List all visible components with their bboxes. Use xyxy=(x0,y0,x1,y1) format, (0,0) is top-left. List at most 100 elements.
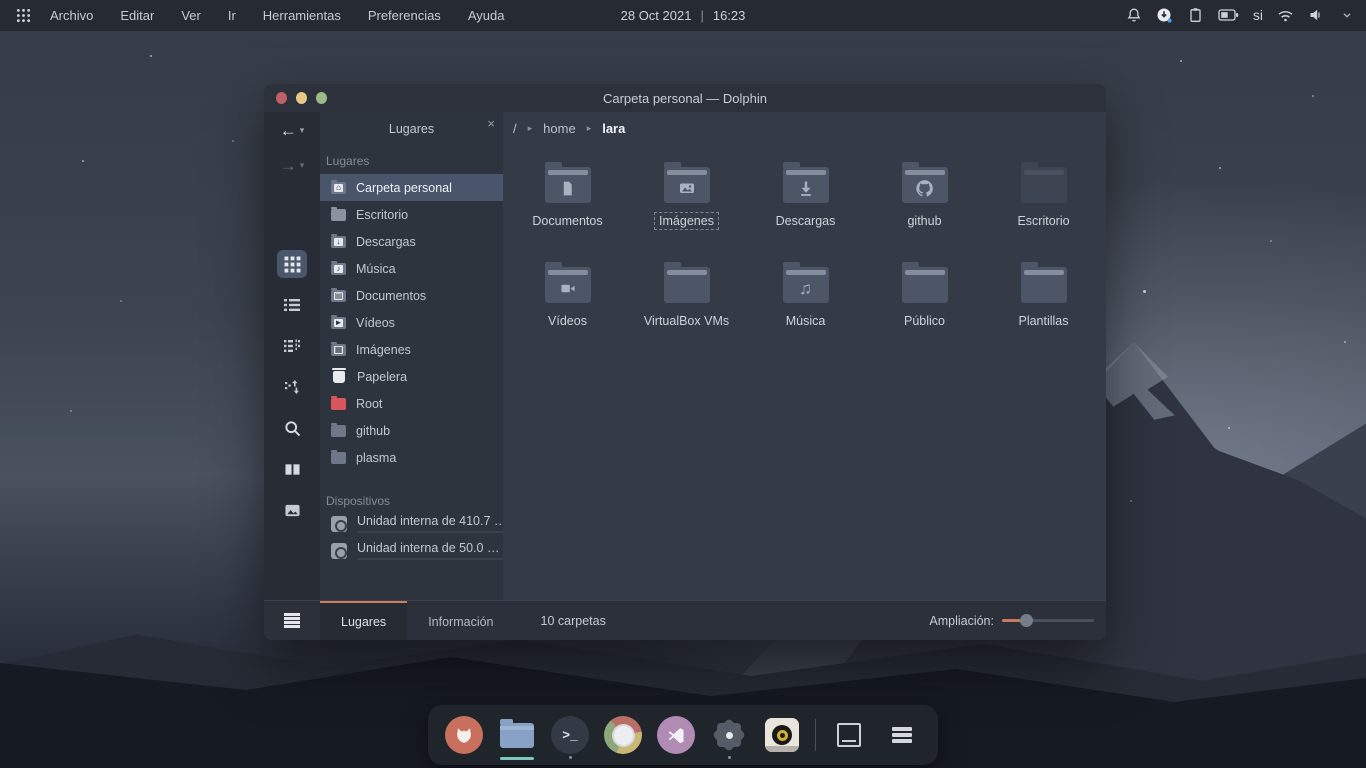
folder-item-documentos[interactable]: Documentos xyxy=(508,157,627,257)
folder-item-musica[interactable]: ♫ Música xyxy=(746,257,865,357)
menu-ir[interactable]: Ir xyxy=(228,8,236,23)
sidebar-item-videos[interactable]: ► Vídeos xyxy=(320,309,503,336)
menu-ayuda[interactable]: Ayuda xyxy=(468,8,505,23)
menu-editar[interactable]: Editar xyxy=(120,8,154,23)
window-titlebar[interactable]: Carpeta personal — Dolphin xyxy=(264,84,1106,112)
forward-caret-icon: ▾ xyxy=(300,160,305,171)
dock-terminal[interactable]: >_ xyxy=(550,709,590,761)
sidebar-item-papelera[interactable]: Papelera xyxy=(320,363,503,390)
wifi-icon[interactable] xyxy=(1276,6,1294,24)
app-launcher-icon[interactable] xyxy=(10,4,36,26)
keyboard-layout-indicator[interactable]: si xyxy=(1253,7,1263,23)
volume-icon[interactable] xyxy=(1307,6,1325,24)
home-folder-icon: ⌂ xyxy=(331,182,346,194)
forward-button[interactable]: → ▾ xyxy=(280,149,305,182)
dock-settings[interactable] xyxy=(709,709,749,761)
breadcrumb-root[interactable]: / xyxy=(513,121,517,136)
breadcrumb: / ▸ home ▸ lara xyxy=(503,112,1106,145)
folder-item-escritorio[interactable]: Escritorio xyxy=(984,157,1103,257)
folder-label: github xyxy=(902,212,946,230)
folder-item-descargas[interactable]: Descargas xyxy=(746,157,865,257)
preview-button[interactable] xyxy=(277,496,307,524)
star xyxy=(150,55,152,57)
folder-item-publico[interactable]: Público xyxy=(865,257,984,357)
menu-ver[interactable]: Ver xyxy=(181,8,201,23)
compact-view-button[interactable] xyxy=(277,332,307,360)
device-item-50[interactable]: Unidad interna de 50.0 … xyxy=(320,541,503,560)
sidebar-item-label: Documentos xyxy=(356,289,426,303)
sidebar-item-label: plasma xyxy=(356,451,396,465)
folder-item-plantillas[interactable]: Plantillas xyxy=(984,257,1103,357)
sidebar-item-musica[interactable]: ♪ Música xyxy=(320,255,503,282)
folder-view: / ▸ home ▸ lara Documentos Imágenes xyxy=(503,112,1106,600)
sidebar-item-plasma[interactable]: plasma xyxy=(320,444,503,471)
breadcrumb-home[interactable]: home xyxy=(543,121,576,136)
device-item-410[interactable]: Unidad interna de 410.7 … xyxy=(320,514,503,533)
sidebar-item-escritorio[interactable]: Escritorio xyxy=(320,201,503,228)
hard-drive-icon xyxy=(331,543,347,559)
panel-title: Lugares xyxy=(389,122,434,136)
sidebar-item-github[interactable]: github xyxy=(320,417,503,444)
star xyxy=(1270,240,1272,242)
clock[interactable]: 28 Oct 2021 | 16:23 xyxy=(621,8,746,23)
clipboard-icon[interactable] xyxy=(1187,6,1205,24)
battery-icon[interactable] xyxy=(1218,6,1240,24)
details-view-button[interactable] xyxy=(277,291,307,319)
back-button[interactable]: ← ▾ xyxy=(280,114,305,147)
panel-close-icon[interactable]: × xyxy=(487,116,495,131)
dock-show-desktop[interactable] xyxy=(829,709,869,761)
folder-item-github[interactable]: github xyxy=(865,157,984,257)
dock-chrome[interactable] xyxy=(603,709,643,761)
split-view-button[interactable] xyxy=(277,455,307,483)
breadcrumb-separator-icon: ▸ xyxy=(587,123,592,134)
maximize-button[interactable] xyxy=(316,92,327,104)
sort-button[interactable] xyxy=(277,373,307,401)
dock-app-menu[interactable] xyxy=(882,709,922,761)
folder-item-virtualbox-vms[interactable]: VirtualBox VMs xyxy=(627,257,746,357)
menu-preferencias[interactable]: Preferencias xyxy=(368,8,441,23)
dock-firefox[interactable] xyxy=(444,709,484,761)
folder-item-videos[interactable]: Vídeos xyxy=(508,257,627,357)
breadcrumb-current[interactable]: lara xyxy=(602,121,625,136)
notifications-bell-icon[interactable] xyxy=(1125,6,1143,24)
updates-icon[interactable] xyxy=(1156,6,1174,24)
tab-informacion[interactable]: Información xyxy=(407,601,514,641)
dock-file-manager[interactable] xyxy=(497,709,537,761)
folder-label: Música xyxy=(781,312,831,330)
panel-menu-icon[interactable] xyxy=(264,612,320,630)
folder-icon: ♫ xyxy=(783,267,829,303)
tab-lugares[interactable]: Lugares xyxy=(320,601,407,641)
active-app-indicator xyxy=(500,757,534,760)
minimize-button[interactable] xyxy=(296,92,307,104)
folder-item-imagenes[interactable]: Imágenes xyxy=(627,157,746,257)
sidebar-item-imagenes[interactable]: ▦ Imágenes xyxy=(320,336,503,363)
file-manager-icon xyxy=(500,723,534,748)
zoom-label: Ampliación: xyxy=(929,614,994,628)
menu-herramientas[interactable]: Herramientas xyxy=(263,8,341,23)
dock-vscode[interactable] xyxy=(656,709,696,761)
folder-icon xyxy=(545,267,591,303)
close-button[interactable] xyxy=(276,92,287,104)
clock-separator: | xyxy=(700,8,703,23)
folder-icon xyxy=(902,267,948,303)
dock-media-player[interactable] xyxy=(762,709,802,761)
sidebar-item-descargas[interactable]: ↓ Descargas xyxy=(320,228,503,255)
breadcrumb-separator-icon: ▸ xyxy=(528,123,533,134)
sidebar-item-label: Imágenes xyxy=(356,343,411,357)
devices-section-header: Dispositivos xyxy=(320,485,503,514)
sidebar-item-root[interactable]: Root xyxy=(320,390,503,417)
star xyxy=(1228,427,1230,429)
folder-icon xyxy=(331,425,346,437)
left-tool-strip: ← ▾ → ▾ xyxy=(264,112,320,600)
zoom-slider[interactable] xyxy=(1002,619,1094,622)
sidebar-item-documentos[interactable]: ▤ Documentos xyxy=(320,282,503,309)
star xyxy=(1130,500,1132,502)
tray-expand-chevron-icon[interactable] xyxy=(1338,6,1356,24)
menu-archivo[interactable]: Archivo xyxy=(50,8,93,23)
search-button[interactable] xyxy=(277,414,307,442)
zoom-slider-handle[interactable] xyxy=(1020,614,1033,627)
star xyxy=(1143,290,1146,293)
sidebar-item-carpeta-personal[interactable]: ⌂ Carpeta personal xyxy=(320,174,503,201)
icons-view-button[interactable] xyxy=(277,250,307,278)
show-desktop-icon xyxy=(837,723,861,747)
